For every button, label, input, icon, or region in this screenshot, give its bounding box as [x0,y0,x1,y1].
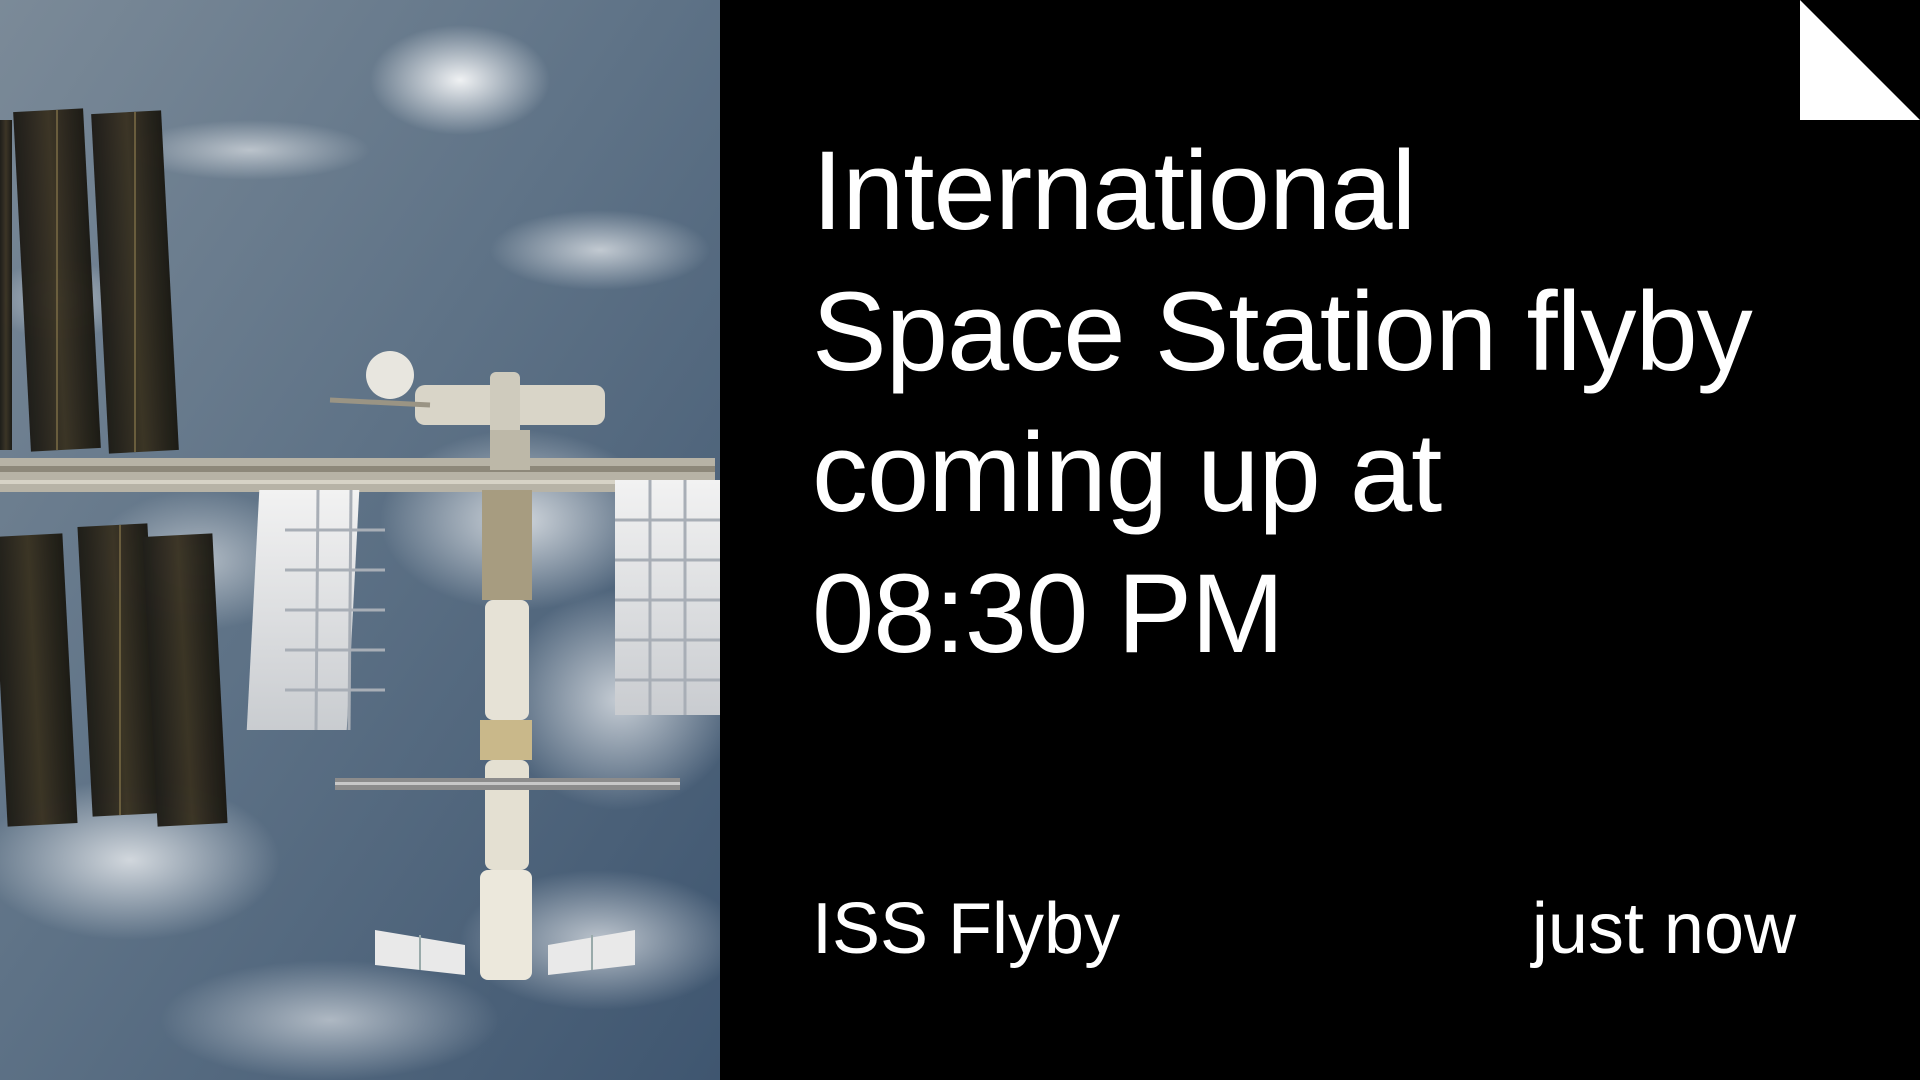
notification-text: International Space Station flyby coming… [812,128,1753,676]
source-label: ISS Flyby [812,889,1121,969]
iss-photo [0,0,720,1080]
page-curl-icon [1800,0,1920,120]
timestamp: just now [1531,889,1796,969]
timeline-card[interactable]: International Space Station flyby coming… [0,0,1920,1080]
